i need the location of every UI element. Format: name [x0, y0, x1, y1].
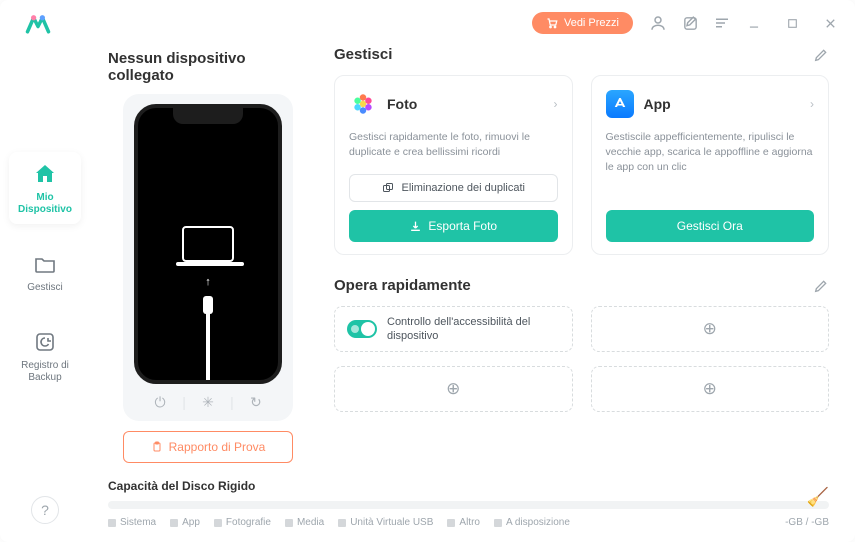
help-button[interactable]: ? — [31, 496, 59, 524]
loading-icon[interactable]: ✳ — [188, 394, 228, 411]
clipboard-icon — [151, 440, 163, 454]
pricing-button[interactable]: Vedi Prezzi — [532, 12, 633, 34]
export-label: Esporta Foto — [428, 219, 497, 233]
quick-add-slot[interactable]: ⊕ — [591, 306, 830, 352]
quick-add-slot[interactable]: ⊕ — [334, 366, 573, 412]
sidebar: Mio Dispositivo Gestisci Registro di Bac… — [0, 46, 90, 542]
power-icon[interactable]: ⏻ — [140, 394, 180, 411]
sidebar-item-backup[interactable]: Registro di Backup — [9, 320, 81, 392]
legend-system: Sistema — [120, 517, 156, 528]
account-icon[interactable] — [649, 14, 667, 32]
card-app: App › Gestiscile appefficientemente, rip… — [591, 75, 830, 255]
minimize-icon[interactable] — [745, 14, 763, 32]
refresh-icon[interactable]: ↻ — [236, 394, 276, 411]
card-foto-header[interactable]: Foto › — [349, 90, 558, 118]
titlebar: Vedi Prezzi — [0, 0, 855, 46]
disk-capacity-section: Capacità del Disco Rigido 🧹 Sistema App … — [108, 479, 829, 528]
manage-apps-label: Gestisci Ora — [677, 219, 743, 233]
close-icon[interactable] — [821, 14, 839, 32]
cart-icon — [546, 17, 558, 29]
card-foto-desc: Gestisci rapidamente le foto, rimuovi le… — [349, 130, 558, 160]
plus-icon: ⊕ — [703, 379, 717, 399]
home-icon — [33, 162, 57, 186]
photos-icon — [349, 90, 377, 118]
arrow-up-icon: ↑ — [205, 276, 211, 288]
sidebar-item-label: Registro di Backup — [13, 360, 77, 384]
legend-available: A disposizione — [506, 517, 570, 528]
maximize-icon[interactable] — [783, 14, 801, 32]
card-app-title: App — [644, 96, 671, 112]
device-status-title: Nessun dispositivo collegato — [108, 50, 308, 84]
feedback-icon[interactable] — [681, 14, 699, 32]
disk-title: Capacità del Disco Rigido — [108, 479, 829, 493]
plus-icon: ⊕ — [703, 319, 717, 339]
quick-section-title: Opera rapidamente — [334, 277, 471, 294]
legend-other: Altro — [459, 517, 480, 528]
sidebar-item-device[interactable]: Mio Dispositivo — [9, 152, 81, 224]
plus-icon: ⊕ — [446, 379, 460, 399]
sidebar-item-label: Gestisci — [27, 282, 63, 294]
trial-label: Rapporto di Prova — [169, 440, 266, 454]
export-photos-button[interactable]: Esporta Foto — [349, 210, 558, 242]
dup-label: Eliminazione dei duplicati — [401, 182, 525, 194]
device-preview: ↑ ⏻| ✳| ↻ — [123, 94, 293, 421]
sidebar-item-manage[interactable]: Gestisci — [9, 242, 81, 302]
card-foto: Foto › Gestisci rapidamente le foto, rim… — [334, 75, 573, 255]
legend-app: App — [182, 517, 200, 528]
download-icon — [409, 220, 422, 233]
device-panel: Nessun dispositivo collegato ↑ ⏻| ✳| — [108, 46, 308, 463]
legend-usb: Unità Virtuale USB — [350, 517, 433, 528]
sidebar-item-label: Mio Dispositivo — [13, 192, 77, 216]
quick-accessibility-label: Controllo dell'accessibilità del disposi… — [387, 315, 560, 343]
quick-accessibility-check[interactable]: Controllo dell'accessibilità del disposi… — [334, 306, 573, 352]
edit-icon[interactable] — [813, 47, 829, 63]
laptop-icon — [182, 226, 234, 262]
manage-apps-button[interactable]: Gestisci Ora — [606, 210, 815, 242]
card-foto-title: Foto — [387, 96, 417, 112]
legend-media: Media — [297, 517, 324, 528]
manage-section-title: Gestisci — [334, 46, 392, 63]
card-app-desc: Gestiscile appefficientemente, ripulisci… — [606, 130, 815, 182]
toggle-icon — [347, 320, 377, 338]
trial-report-button[interactable]: Rapporto di Prova — [123, 431, 293, 463]
pricing-label: Vedi Prezzi — [564, 17, 619, 29]
cable-icon — [203, 296, 213, 314]
app-logo — [24, 9, 52, 37]
folder-icon — [33, 252, 57, 276]
edit-icon[interactable] — [813, 278, 829, 294]
disk-size-text: -GB / -GB — [785, 517, 829, 528]
disk-usage-bar: 🧹 — [108, 501, 829, 509]
disk-legend: Sistema App Fotografie Media Unità Virtu… — [108, 517, 829, 528]
chevron-right-icon: › — [810, 97, 814, 111]
appstore-icon — [606, 90, 634, 118]
legend-photos: Fotografie — [226, 517, 271, 528]
quick-add-slot[interactable]: ⊕ — [591, 366, 830, 412]
remove-duplicates-button[interactable]: Eliminazione dei duplicati — [349, 174, 558, 202]
broom-icon[interactable]: 🧹 — [807, 487, 829, 508]
backup-icon — [33, 330, 57, 354]
card-app-header[interactable]: App › — [606, 90, 815, 118]
duplicates-icon — [381, 182, 395, 194]
menu-icon[interactable] — [713, 14, 731, 32]
chevron-right-icon: › — [554, 97, 558, 111]
